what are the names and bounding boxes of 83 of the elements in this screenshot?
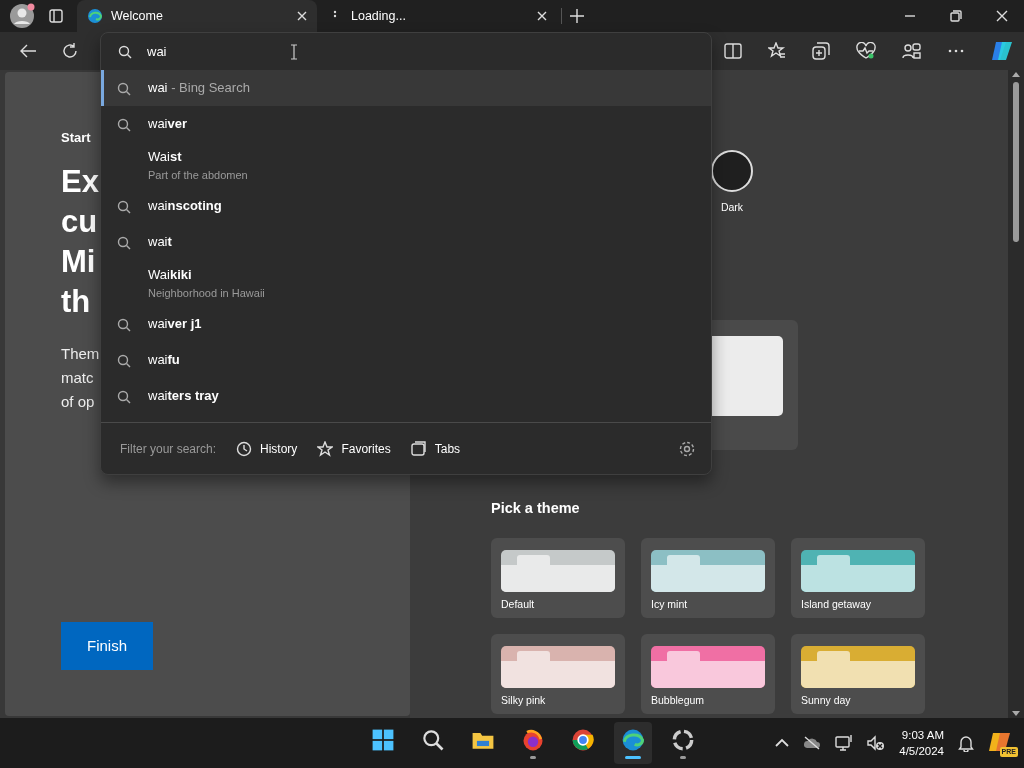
section-title: Pick a theme (491, 499, 581, 518)
tabs-icon (410, 440, 427, 457)
more-icon[interactable] (948, 49, 964, 53)
browser-tab[interactable]: Loading... (317, 0, 557, 32)
search-icon (117, 317, 131, 332)
star-icon (317, 440, 334, 457)
heartbeat-icon[interactable] (856, 42, 876, 60)
mode-label: Dark (720, 200, 744, 215)
dark-mode-swatch[interactable] (711, 150, 753, 192)
theme-name: Sunny day (801, 692, 852, 708)
filter-option[interactable]: Tabs (410, 439, 461, 458)
scrollbar-thumb[interactable] (1013, 82, 1019, 242)
theme-name: Bubblegum (651, 692, 706, 708)
theme-card[interactable]: Island getaway (791, 537, 925, 618)
speaker-muted-icon[interactable] (867, 735, 886, 751)
collections-icon[interactable] (812, 42, 830, 60)
suggestion-item[interactable]: Waikiki Neighborhood in Hawaii (101, 260, 711, 306)
search-icon (117, 81, 131, 96)
back-icon[interactable] (19, 43, 37, 59)
split-screen-icon[interactable] (724, 43, 742, 59)
bell-icon[interactable] (958, 734, 974, 752)
suggestion-item[interactable]: wainscoting (101, 188, 711, 224)
search-icon (117, 199, 131, 214)
heading-text: cu (61, 203, 98, 241)
text-cursor-icon (289, 41, 298, 62)
heading-text: th (61, 283, 91, 321)
suggestion-item[interactable]: wait (101, 224, 711, 260)
browser-tab[interactable]: Welcome (77, 0, 317, 32)
search-icon (420, 727, 446, 753)
filter-option[interactable]: History (236, 439, 298, 458)
search-icon (117, 353, 131, 368)
circular-arrows-icon (670, 727, 696, 753)
theme-name: Silky pink (501, 692, 547, 708)
favorites-icon[interactable] (768, 42, 786, 60)
body-text: of op (61, 392, 95, 412)
suggestion-item[interactable]: wai - Bing Search (101, 70, 711, 106)
copilot-icon[interactable] (990, 39, 1014, 63)
theme-card[interactable]: Bubblegum (641, 633, 775, 714)
history-icon (236, 440, 253, 457)
people-icon[interactable] (902, 42, 922, 60)
restore-icon[interactable] (950, 10, 962, 22)
settings-icon[interactable] (679, 440, 695, 457)
heading-text: Mi (61, 243, 96, 281)
search-icon (118, 44, 132, 59)
network-icon[interactable] (835, 734, 854, 752)
chevron-up-icon[interactable] (775, 738, 790, 748)
suggestion-item[interactable]: waiver (101, 106, 711, 142)
search-icon (117, 389, 131, 404)
filter-label: Filter your search: (120, 440, 217, 458)
theme-card[interactable]: Icy mint (641, 537, 775, 618)
search-icon (117, 117, 131, 132)
suggestion-item[interactable]: waifu (101, 342, 711, 378)
suggestion-item[interactable]: waiters tray (101, 378, 711, 414)
profile-icon[interactable] (9, 3, 35, 29)
browser-logo-icon (87, 8, 103, 24)
new-tab-icon[interactable] (570, 9, 584, 23)
tab-actions-icon[interactable] (49, 9, 63, 23)
chrome-icon (570, 727, 596, 753)
eyebrow-text: Start (61, 130, 91, 146)
close-icon[interactable] (996, 10, 1008, 22)
close-icon[interactable] (297, 11, 307, 21)
layout-card[interactable] (712, 320, 798, 450)
start-icon (370, 727, 396, 753)
browser-logo-icon (620, 727, 646, 753)
finish-button[interactable]: Finish (61, 622, 153, 670)
cloud-off-icon[interactable] (803, 736, 822, 750)
search-icon (117, 235, 131, 250)
theme-name: Island getaway (801, 596, 873, 612)
filter-option[interactable]: Favorites (317, 439, 391, 458)
body-text: Them (61, 344, 100, 364)
theme-name: Default (501, 596, 536, 612)
taskbar-button[interactable] (614, 722, 652, 764)
clock[interactable]: 9:03 AM 4/5/2024 (899, 727, 944, 759)
theme-card[interactable]: Default (491, 537, 625, 618)
theme-card[interactable]: Silky pink (491, 633, 625, 714)
suggestion-item[interactable]: Waist Part of the abdomen (101, 142, 711, 188)
suggestion-item[interactable]: waiver j1 (101, 306, 711, 342)
heading-text: Ex (61, 163, 99, 201)
theme-card[interactable]: Sunny day (791, 633, 925, 714)
body-text: matc (61, 368, 94, 388)
close-icon[interactable] (537, 11, 547, 21)
theme-name: Icy mint (651, 596, 689, 612)
refresh-icon[interactable] (61, 42, 79, 60)
